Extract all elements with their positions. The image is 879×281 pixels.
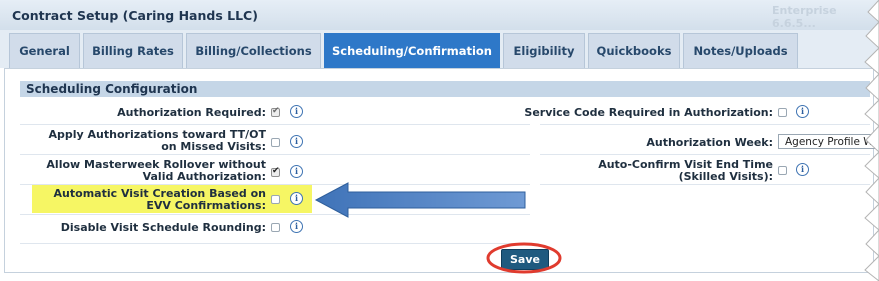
arrow-icon <box>314 182 526 218</box>
annotation-overlay <box>314 0 879 281</box>
torn-edge <box>864 0 879 281</box>
callout-circle <box>486 242 562 274</box>
